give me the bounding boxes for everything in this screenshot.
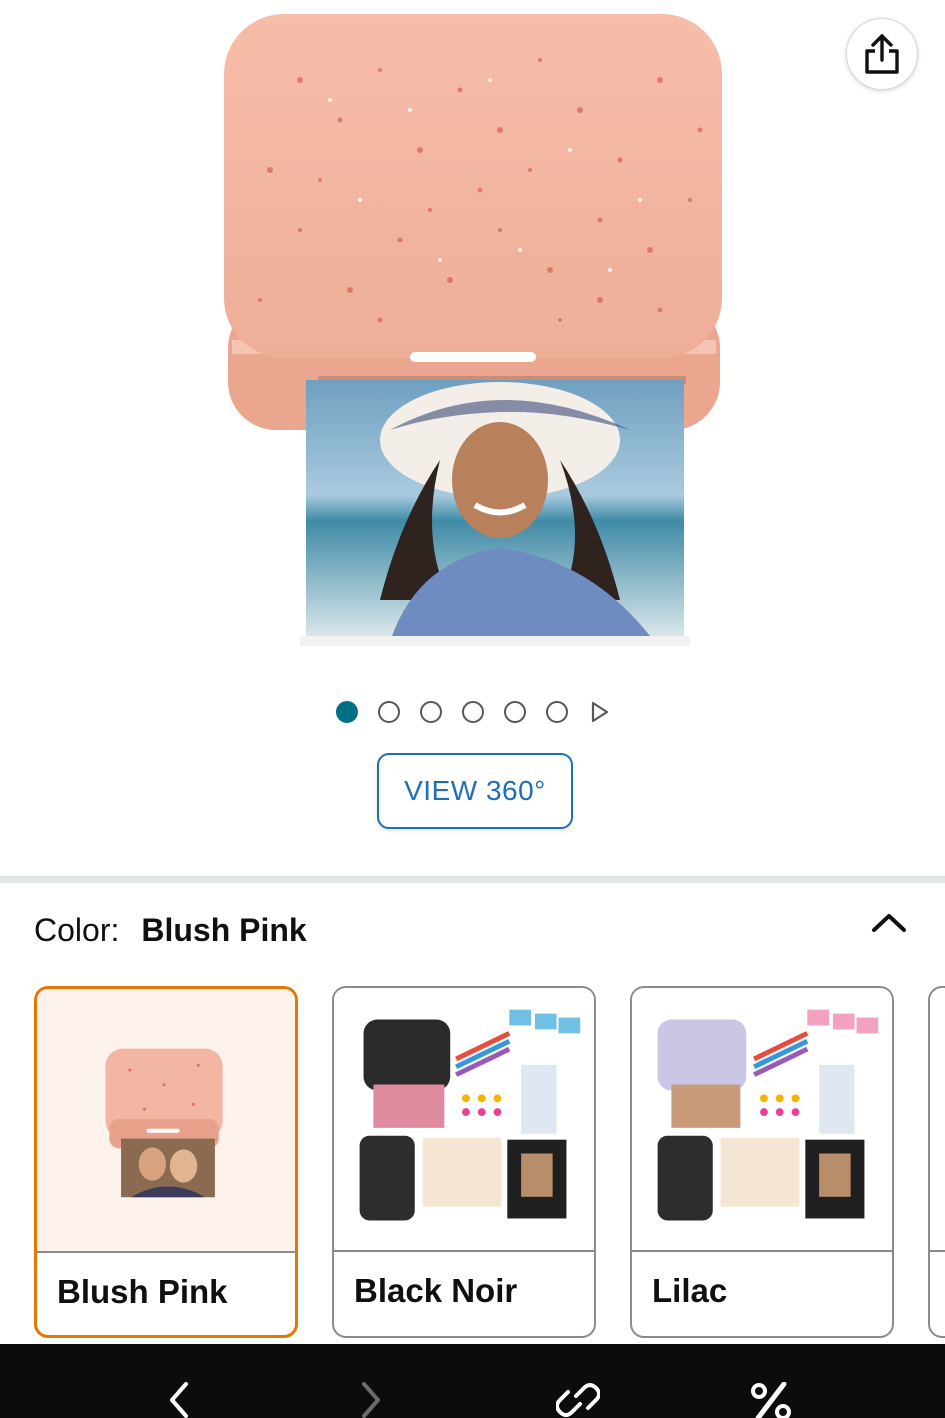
swatch-image [37,989,295,1251]
carousel-dot[interactable] [545,701,568,723]
carousel-dots [0,698,945,726]
selected-color-value: Blush Pink [141,911,307,948]
color-swatch-list: Blush Pink Black Noir Lilac [34,986,945,1338]
product-image-carousel[interactable] [0,0,945,690]
carousel-dot[interactable] [335,701,358,723]
color-selector-header[interactable]: Color: Blush Pink [34,908,307,952]
carousel-dot[interactable] [503,701,526,723]
swatch-divider [334,1250,594,1252]
back-icon[interactable] [164,1382,194,1418]
product-image [224,14,722,646]
chevron-up-icon[interactable] [866,906,912,940]
swatch-label: Lilac [652,1272,728,1309]
forward-icon[interactable] [356,1382,386,1418]
carousel-dot[interactable] [377,701,400,723]
color-label: Color: [34,911,120,948]
swatch-image [632,989,892,1249]
swatch-divider [632,1250,892,1252]
play-next-icon [591,701,608,723]
share-button[interactable] [846,18,918,90]
color-swatch-more[interactable] [928,986,945,1338]
color-swatch-blush-pink[interactable]: Blush Pink [34,986,298,1338]
share-icon [865,34,899,74]
color-swatch-black-noir[interactable]: Black Noir [332,986,596,1338]
browser-toolbar [0,1344,945,1418]
carousel-video-button[interactable] [588,701,610,723]
swatch-label: Black Noir [354,1272,518,1309]
swatch-divider [37,1251,295,1253]
swatch-label: Blush Pink [57,1273,228,1310]
color-swatch-lilac[interactable]: Lilac [630,986,894,1338]
carousel-dot[interactable] [419,701,442,723]
percent-icon[interactable] [750,1382,792,1418]
swatch-divider [930,1250,945,1252]
link-icon[interactable] [556,1382,600,1418]
view-360-button[interactable]: VIEW 360° [377,753,573,829]
swatch-image [334,989,594,1249]
carousel-dot[interactable] [461,701,484,723]
section-divider [0,876,945,883]
